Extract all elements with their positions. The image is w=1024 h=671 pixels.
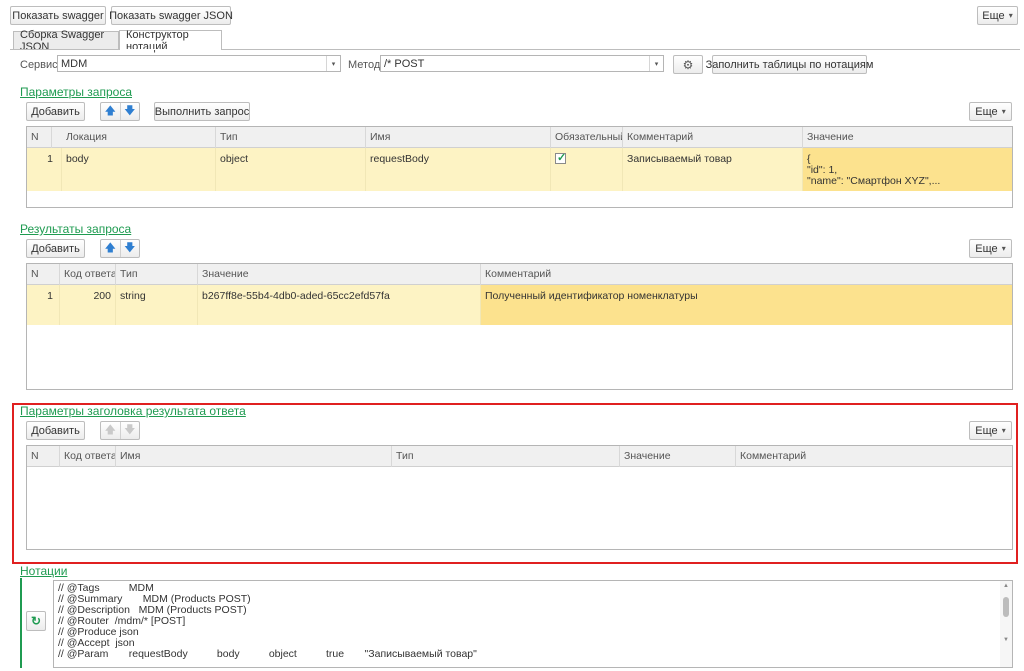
execute-request-button[interactable]: Выполнить запрос — [154, 102, 250, 121]
move-down-icon[interactable]: 🡇 — [121, 422, 140, 439]
row-type: string — [116, 285, 198, 325]
request-results-title[interactable]: Результаты запроса — [20, 222, 131, 236]
show-swagger-json-button[interactable]: Показать swagger JSON — [109, 6, 233, 25]
col-n: N — [27, 127, 52, 148]
response-headers-title[interactable]: Параметры заголовка результата ответа — [20, 404, 246, 418]
col-comment: Комментарий — [623, 127, 803, 148]
table-row[interactable]: 1 body object requestBody ✓ Записываемый… — [27, 148, 1012, 191]
vertical-scrollbar[interactable] — [1000, 581, 1012, 667]
row-name: requestBody — [366, 148, 551, 191]
move-up-icon[interactable]: 🡅 — [101, 103, 121, 120]
table-header: N Код ответа Имя Тип Значение Комментари… — [27, 446, 1012, 467]
service-select[interactable]: MDM ▾ — [57, 55, 341, 72]
row-type: object — [216, 148, 366, 191]
col-location: Локация — [62, 127, 216, 148]
col-n: N — [27, 446, 60, 467]
tab-notation-constructor[interactable]: Конструктор нотаций — [119, 29, 222, 53]
col-value: Значение — [620, 446, 736, 467]
notations-title[interactable]: Нотации — [20, 564, 67, 578]
method-select[interactable]: /* POST ▾ — [380, 55, 664, 72]
col-name: Имя — [116, 446, 392, 467]
table-header: N Локация Тип Имя Обязательный Комментар… — [27, 127, 1012, 148]
fill-tables-button[interactable]: Заполнить таблицы по нотациям — [706, 55, 873, 74]
move-down-icon[interactable]: 🡇 — [121, 240, 140, 257]
col-type: Тип — [216, 127, 366, 148]
move-up-icon[interactable]: 🡅 — [101, 240, 121, 257]
col-name: Имя — [366, 127, 551, 148]
col-comment: Комментарий — [485, 268, 552, 280]
chevron-down-icon: ▾ — [1008, 11, 1013, 20]
method-value: /* POST — [384, 57, 425, 70]
show-swagger-button[interactable]: Показать swagger — [10, 6, 106, 25]
response-headers-more-button[interactable]: Еще ▾ — [969, 421, 1012, 440]
chevron-down-icon: ▾ — [1001, 244, 1006, 253]
col-type: Тип — [392, 446, 620, 467]
add-header-param-button[interactable]: Добавить — [26, 421, 85, 440]
checkbox-checked-icon[interactable]: ✓ — [555, 152, 566, 164]
value-line: "name": "Смартфон XYZ",... — [807, 175, 941, 187]
notations-accent-bar — [20, 578, 22, 668]
service-label: Сервис: — [20, 59, 61, 71]
gear-icon: ⚙ — [682, 57, 694, 72]
row-comment: Полученный идентификатор номенклатуры — [481, 285, 1012, 325]
col-n: N — [27, 264, 60, 285]
scroll-up-icon[interactable]: ▲ — [1003, 583, 1009, 589]
more-menu-button[interactable]: Еще ▾ — [977, 6, 1018, 25]
request-params-title[interactable]: Параметры запроса — [20, 85, 132, 99]
dropdown-arrow-icon[interactable]: ▾ — [326, 56, 340, 71]
add-result-button[interactable]: Добавить — [26, 239, 85, 258]
value-line: { — [807, 153, 811, 165]
chevron-down-icon: ▾ — [1001, 426, 1006, 435]
col-value: Значение — [807, 131, 854, 143]
method-label: Метод: — [348, 59, 384, 71]
request-params-more-button[interactable]: Еще ▾ — [969, 102, 1012, 121]
request-params-table[interactable]: N Локация Тип Имя Обязательный Комментар… — [26, 126, 1013, 208]
scrollbar-thumb[interactable] — [1003, 597, 1009, 617]
col-response-code: Код ответа — [60, 446, 116, 467]
more-label: Еще — [975, 105, 998, 118]
move-buttons[interactable]: 🡅 🡇 — [100, 102, 140, 121]
service-value: MDM — [61, 57, 88, 70]
dropdown-arrow-icon[interactable]: ▾ — [649, 56, 663, 71]
col-response-code: Код ответа — [60, 264, 116, 285]
scroll-down-icon[interactable]: ▼ — [1003, 637, 1009, 643]
more-label: Еще — [982, 9, 1005, 22]
col-value: Значение — [198, 264, 481, 285]
response-headers-table[interactable]: N Код ответа Имя Тип Значение Комментари… — [26, 445, 1013, 550]
refresh-icon: ↻ — [30, 614, 42, 628]
row-comment: Записываемый товар — [623, 148, 803, 191]
add-request-param-button[interactable]: Добавить — [26, 102, 85, 121]
move-up-icon[interactable]: 🡅 — [101, 422, 121, 439]
active-tab-gap — [120, 49, 221, 50]
request-results-table[interactable]: N Код ответа Тип Значение Комментарий 1 … — [26, 263, 1013, 390]
row-value: b267ff8e-55b4-4db0-aded-65cc2efd57fa — [198, 285, 481, 325]
row-n: 1 — [27, 148, 62, 191]
col-comment: Комментарий — [740, 450, 807, 462]
row-n: 1 — [27, 285, 60, 325]
move-down-icon[interactable]: 🡇 — [121, 103, 140, 120]
row-value: { "id": 1, "name": "Смартфон XYZ",... — [803, 148, 1012, 191]
row-required[interactable]: ✓ — [551, 148, 623, 191]
row-response-code: 200 — [60, 285, 116, 325]
notation-line: // @Param requestBody body object true "… — [58, 648, 477, 660]
col-type: Тип — [116, 264, 198, 285]
more-label: Еще — [975, 242, 998, 255]
refresh-button[interactable]: ↻ — [26, 611, 46, 631]
more-label: Еще — [975, 424, 998, 437]
col-required: Обязательный — [551, 127, 623, 148]
table-row[interactable]: 1 200 string b267ff8e-55b4-4db0-aded-65c… — [27, 285, 1012, 325]
table-header: N Код ответа Тип Значение Комментарий — [27, 264, 1012, 285]
chevron-down-icon: ▾ — [1001, 107, 1006, 116]
tab-swagger-build[interactable]: Сборка Swagger JSON — [13, 29, 119, 53]
move-buttons[interactable]: 🡅 🡇 — [100, 239, 140, 258]
settings-button[interactable]: ⚙ — [673, 55, 703, 74]
row-location: body — [62, 148, 216, 191]
notations-textarea[interactable]: // @Tags MDM // @Summary MDM (Products P… — [53, 580, 1013, 668]
move-buttons[interactable]: 🡅 🡇 — [100, 421, 140, 440]
request-results-more-button[interactable]: Еще ▾ — [969, 239, 1012, 258]
